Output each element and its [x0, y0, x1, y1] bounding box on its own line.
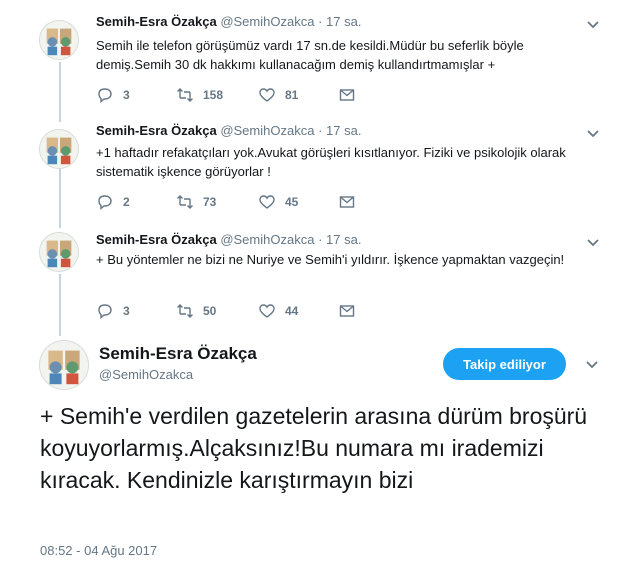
retweet-icon: [177, 195, 193, 209]
main-tweet-date[interactable]: 08:52 - 04 Ağu 2017: [40, 543, 157, 558]
retweet-count: 50: [203, 304, 217, 318]
thread-line: [59, 274, 61, 336]
separator-dot: ·: [318, 14, 323, 29]
chevron-down-icon[interactable]: [585, 234, 601, 250]
chevron-down-icon[interactable]: [584, 356, 600, 372]
reply-count: 3: [123, 304, 130, 318]
retweet-count: 73: [203, 195, 217, 209]
avatar-image: [40, 130, 78, 168]
avatar[interactable]: [39, 232, 79, 272]
like-button[interactable]: 81: [258, 86, 298, 104]
like-icon: [259, 195, 275, 209]
avatar[interactable]: [39, 20, 79, 60]
direct-message-button[interactable]: [338, 86, 356, 104]
reply-icon: [98, 304, 112, 319]
tweet-text: +1 haftadır refakatçıları yok.Avukat gör…: [96, 145, 566, 179]
direct-message-button[interactable]: [338, 302, 356, 320]
main-author-name[interactable]: Semih-Esra Özakça: [99, 344, 257, 364]
like-count: 45: [285, 195, 299, 209]
retweet-button[interactable]: 73: [176, 193, 216, 211]
author-name[interactable]: Semih-Esra Özakça: [96, 232, 217, 247]
chevron-down-icon[interactable]: [585, 16, 601, 32]
direct-message-icon: [339, 305, 355, 317]
reply-count: 2: [123, 195, 130, 209]
reply-button[interactable]: 3: [96, 302, 130, 320]
chevron-down-icon[interactable]: [585, 125, 601, 141]
reply-icon: [98, 88, 112, 103]
author-name[interactable]: Semih-Esra Özakça: [96, 14, 217, 29]
tweet-text: Semih ile telefon görüşümüz vardı 17 sn.…: [96, 38, 524, 72]
like-count: 81: [285, 88, 299, 102]
reply-button[interactable]: 3: [96, 86, 130, 104]
thread-line: [59, 168, 61, 228]
retweet-count: 158: [203, 88, 224, 102]
like-count: 44: [285, 304, 299, 318]
reply-count: 3: [123, 88, 130, 102]
main-tweet-text: + Semih'e verdilen gazetelerin arasına d…: [40, 403, 588, 493]
retweet-icon: [177, 88, 193, 102]
retweet-button[interactable]: 50: [176, 302, 216, 320]
reply-icon: [98, 195, 112, 210]
retweet-icon: [177, 304, 193, 318]
direct-message-button[interactable]: [338, 193, 356, 211]
author-handle[interactable]: @SemihOzakca: [220, 232, 314, 247]
avatar-image: [40, 341, 88, 389]
tweet-header: Semih-Esra Özakça @SemihOzakca · 17 sa.: [96, 123, 361, 138]
avatar-image: [40, 21, 78, 59]
tweet-header: Semih-Esra Özakça @SemihOzakca · 17 sa.: [96, 14, 361, 29]
reply-button[interactable]: 2: [96, 193, 130, 211]
tweet-text: + Bu yöntemler ne bizi ne Nuriye ve Semi…: [96, 252, 565, 267]
main-author-handle[interactable]: @SemihOzakca: [99, 367, 193, 382]
author-handle[interactable]: @SemihOzakca: [220, 123, 314, 138]
thread-line: [59, 62, 61, 122]
retweet-button[interactable]: 158: [176, 86, 223, 104]
avatar[interactable]: [39, 129, 79, 169]
direct-message-icon: [339, 196, 355, 208]
like-icon: [259, 88, 275, 102]
like-button[interactable]: 44: [258, 302, 298, 320]
direct-message-icon: [339, 89, 355, 101]
main-avatar[interactable]: [39, 340, 89, 390]
timestamp[interactable]: 17 sa.: [326, 14, 361, 29]
avatar-image: [40, 233, 78, 271]
author-name[interactable]: Semih-Esra Özakça: [96, 123, 217, 138]
like-icon: [259, 304, 275, 318]
separator-dot: ·: [318, 123, 323, 138]
timestamp[interactable]: 17 sa.: [326, 123, 361, 138]
author-handle[interactable]: @SemihOzakca: [220, 14, 314, 29]
separator-dot: ·: [318, 232, 323, 247]
timestamp[interactable]: 17 sa.: [326, 232, 361, 247]
following-button[interactable]: Takip ediliyor: [443, 348, 566, 380]
tweet-header: Semih-Esra Özakça @SemihOzakca · 17 sa.: [96, 232, 361, 247]
like-button[interactable]: 45: [258, 193, 298, 211]
